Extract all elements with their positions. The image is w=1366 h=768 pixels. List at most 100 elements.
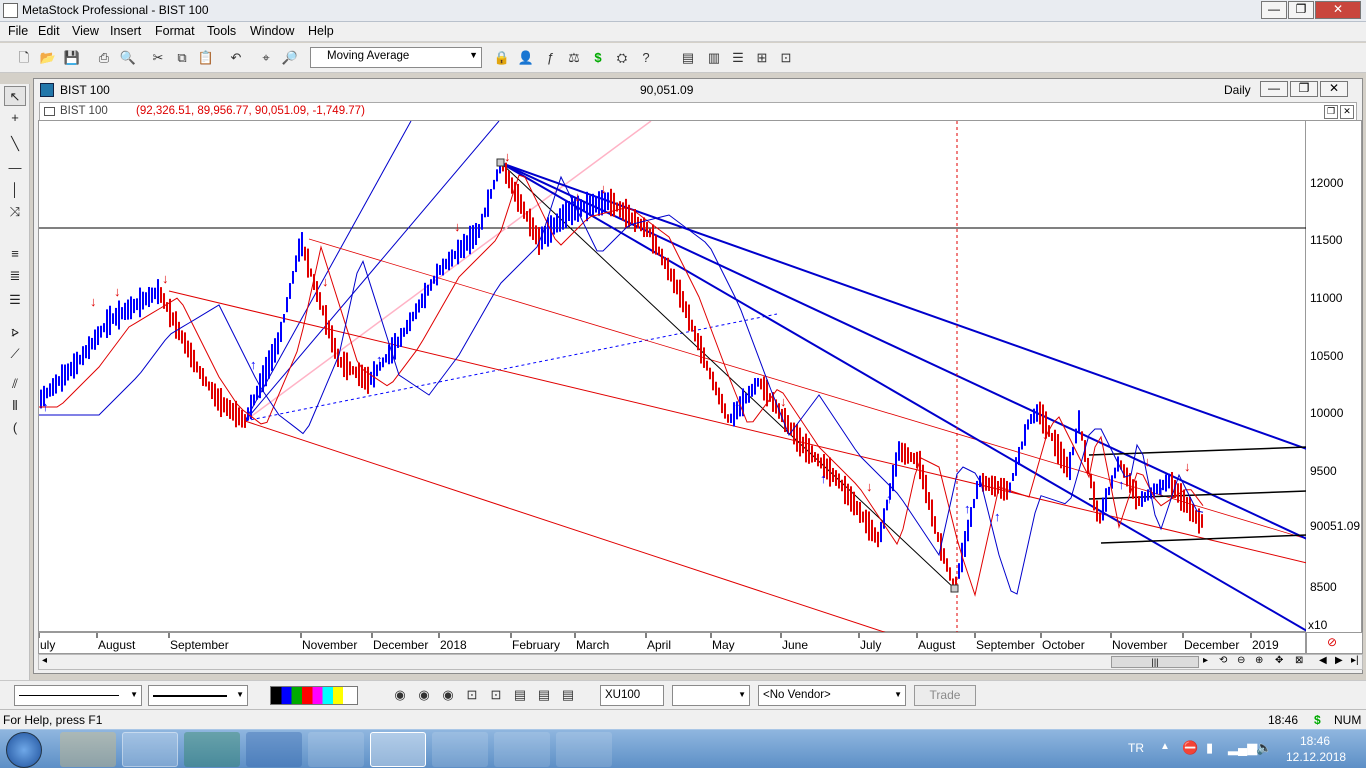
indicator-select[interactable]: Moving Average ▼ <box>310 47 482 68</box>
anchor-handle[interactable] <box>950 584 959 593</box>
menu-window[interactable]: Window <box>244 24 300 38</box>
zoom-in-icon[interactable]: ⊕ <box>1255 655 1263 666</box>
print-icon[interactable]: ⎙ <box>94 48 114 68</box>
maximize-button[interactable]: ❐ <box>1288 1 1314 19</box>
paint-taskbar-icon[interactable] <box>494 732 550 767</box>
metastock-net-taskbar-icon[interactable] <box>308 732 364 767</box>
copy-icon[interactable]: ⧉ <box>172 48 192 68</box>
scroll-thumb[interactable]: ||| <box>1111 656 1199 668</box>
clock-date[interactable]: 12.12.2018 <box>1286 750 1346 764</box>
metastock-taskbar-icon[interactable] <box>370 732 426 767</box>
expert-icon[interactable]: 👤 <box>516 48 536 68</box>
network-icon[interactable]: ⛔ <box>1182 740 1198 756</box>
cut-icon[interactable]: ✂ <box>148 48 168 68</box>
explorer-icon[interactable]: ⚖ <box>564 48 584 68</box>
anchor-handle[interactable] <box>496 158 505 167</box>
vendor-select[interactable]: <No Vendor> ▼ <box>758 685 906 706</box>
function-icon[interactable]: ƒ <box>540 48 560 68</box>
zoom-icon[interactable]: 🔎 <box>280 48 300 68</box>
color-palette[interactable] <box>270 686 358 705</box>
black-channel-top[interactable] <box>1088 446 1307 456</box>
app-taskbar-icon[interactable] <box>556 732 612 767</box>
open-folder-icon[interactable]: 📂 <box>38 48 58 68</box>
undo-icon[interactable]: ↶ <box>226 48 246 68</box>
scroll-left-icon[interactable]: ◂ <box>42 655 47 666</box>
dollar-icon[interactable]: $ <box>588 48 608 68</box>
volume-icon[interactable]: 🔈 <box>1256 740 1272 756</box>
tile-grid-icon[interactable]: ⊞ <box>752 48 772 68</box>
red-channel-mid[interactable] <box>168 290 1307 564</box>
signal-icon[interactable]: ▂▄▆ <box>1228 740 1257 756</box>
zoom-reset-icon[interactable]: ⊠ <box>1295 655 1303 666</box>
chart-restore-button[interactable]: ❐ <box>1290 81 1318 97</box>
lock-icon[interactable]: 🔒 <box>492 48 512 68</box>
print-preview-icon[interactable]: 🔍 <box>118 48 138 68</box>
binoculars-icon[interactable]: ⛭ <box>612 48 632 68</box>
vertical-line-icon[interactable]: │ <box>4 180 26 200</box>
menu-format[interactable]: Format <box>149 24 201 38</box>
black-trendline[interactable] <box>500 162 956 590</box>
new-file-icon[interactable]: 🗋 <box>14 48 34 68</box>
speed-lines-icon[interactable]: ☰ <box>4 290 26 310</box>
black-channel-bottom[interactable] <box>1100 534 1307 544</box>
crosshair-tool-icon[interactable]: + <box>4 108 26 128</box>
chrome-icon-2[interactable]: ◉ <box>414 685 434 705</box>
trade-button[interactable]: Trade <box>914 685 976 706</box>
start-button[interactable] <box>6 732 42 768</box>
paste-icon[interactable]: 📋 <box>196 48 216 68</box>
fan-icon[interactable]: ⤨ <box>4 202 26 222</box>
cycle-lines-icon[interactable]: ⦀ <box>4 396 26 416</box>
tile-icon-5[interactable]: ▤ <box>558 685 578 705</box>
blue-fan-2[interactable] <box>500 162 1307 540</box>
pointer-icon[interactable]: ↖ <box>4 86 26 106</box>
red-channel-lower[interactable] <box>244 420 888 633</box>
language-indicator[interactable]: TR <box>1128 741 1144 755</box>
arrange-icon[interactable]: ⊡ <box>776 48 796 68</box>
angle-icon[interactable]: ⦠ <box>4 322 26 342</box>
blue-fan-1[interactable] <box>500 162 1307 450</box>
last-bar-icon[interactable]: ▶ <box>1335 655 1343 666</box>
tile-horizontal-icon[interactable]: ☰ <box>728 48 748 68</box>
menu-tools[interactable]: Tools <box>201 24 242 38</box>
line-style-select[interactable]: ▼ <box>14 685 142 706</box>
menu-help[interactable]: Help <box>302 24 340 38</box>
excel-taskbar-icon[interactable] <box>184 732 240 767</box>
channel-icon[interactable]: ⫽ <box>4 374 26 394</box>
inner-close-icon[interactable]: ✕ <box>1340 105 1354 119</box>
minimize-button[interactable]: — <box>1261 1 1287 19</box>
tile-icon-2[interactable]: ⊡ <box>486 685 506 705</box>
tile-icon-1[interactable]: ⊡ <box>462 685 482 705</box>
inner-restore-icon[interactable]: ❐ <box>1324 105 1338 119</box>
chrome-icon-3[interactable]: ◉ <box>438 685 458 705</box>
word-taskbar-icon[interactable] <box>246 732 302 767</box>
menu-edit[interactable]: Edit <box>32 24 66 38</box>
retracement-icon[interactable]: ≣ <box>4 266 26 286</box>
menu-insert[interactable]: Insert <box>104 24 147 38</box>
dotted-trendline[interactable] <box>244 313 778 422</box>
price-chart[interactable]: ↓ ↓ ↓ ↓ ↓ ↓ ↓ ↓ ↓ ↓ ↓ ↓ ↓ ↑ ↑ ↑ ↑ ↑ ↑ ↑ ↑ ↑ ↑ <box>38 120 1307 633</box>
chart-minimize-button[interactable]: — <box>1260 81 1288 97</box>
horizontal-line-icon[interactable]: — <box>4 158 26 178</box>
crosshair-icon[interactable]: ⌖ <box>256 48 276 68</box>
chrome-taskbar-icon[interactable] <box>122 732 178 767</box>
symbol-input[interactable]: XU100 <box>600 685 664 706</box>
black-channel-mid[interactable] <box>1088 490 1307 500</box>
calculator-taskbar-icon[interactable] <box>432 732 488 767</box>
reset-icon[interactable]: ⊘ <box>1327 635 1337 649</box>
save-icon[interactable]: 💾 <box>62 48 82 68</box>
refresh-icon[interactable]: ⟲ <box>1219 655 1227 666</box>
chrome-icon-1[interactable]: ◉ <box>390 685 410 705</box>
line-weight-select[interactable]: ▼ <box>148 685 248 706</box>
menu-view[interactable]: View <box>66 24 105 38</box>
tile-vertical-icon[interactable]: ▥ <box>704 48 724 68</box>
trendline-icon[interactable]: ╲ <box>4 134 26 154</box>
gann-fan-icon[interactable]: ⟋ <box>4 344 26 364</box>
chart-close-button[interactable]: ✕ <box>1320 81 1348 97</box>
end-icon[interactable]: ▸| <box>1351 655 1359 666</box>
close-button[interactable]: ✕ <box>1315 1 1361 19</box>
first-bar-icon[interactable]: ◀ <box>1319 655 1327 666</box>
window-cascade-icon[interactable]: ▤ <box>678 48 698 68</box>
clock-time[interactable]: 18:46 <box>1300 734 1330 748</box>
blue-fan-3[interactable] <box>500 162 1307 632</box>
tile-icon-4[interactable]: ▤ <box>534 685 554 705</box>
